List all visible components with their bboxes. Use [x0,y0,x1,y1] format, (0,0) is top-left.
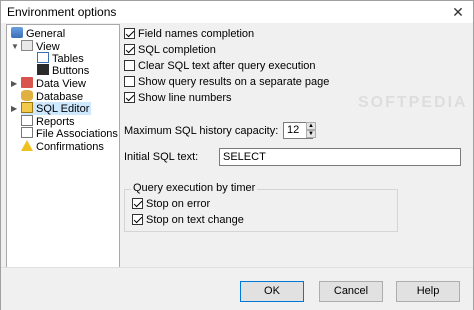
title-bar: Environment options ✕ [1,1,473,23]
initial-sql-input[interactable]: SELECT [219,148,461,166]
stop-on-text-change-option[interactable]: Stop on text change [132,213,244,228]
ok-button[interactable]: OK [240,281,304,302]
field-names-completion-option[interactable]: Field names completion [124,27,254,42]
database-icon [21,90,33,101]
separate-page-checkbox[interactable] [124,76,135,87]
window-title: Environment options [7,5,117,19]
tree-item-data-view[interactable]: ▶ Data View [11,77,86,90]
sql-completion-option[interactable]: SQL completion [124,43,216,58]
button-bar: OK Cancel Help [1,267,473,310]
chevron-right-icon[interactable]: ▶ [11,77,17,90]
help-button[interactable]: Help [396,281,460,302]
spin-down-icon[interactable]: ▼ [306,130,316,138]
data-view-icon [21,77,33,88]
line-numbers-checkbox[interactable] [124,92,135,103]
chevron-down-icon[interactable]: ▼ [11,40,19,53]
environment-options-window: Environment options ✕ General ▼ View Tab… [0,0,474,310]
timer-group: Query execution by timer Stop on error S… [124,182,398,232]
timer-group-title: Query execution by timer [131,182,258,194]
tree-item-file-associations[interactable]: File Associations [21,127,118,140]
tree-item-general[interactable]: General [11,27,65,40]
tables-icon [37,52,49,63]
tree-item-buttons[interactable]: Buttons [37,64,89,77]
clear-sql-checkbox[interactable] [124,60,135,71]
clear-sql-option[interactable]: Clear SQL text after query execution [124,59,316,74]
separate-page-option[interactable]: Show query results on a separate page [124,75,329,90]
general-icon [11,27,23,38]
history-capacity-stepper[interactable]: ▲ ▼ [306,122,316,139]
close-icon[interactable]: ✕ [443,1,473,23]
sql-completion-checkbox[interactable] [124,44,135,55]
stop-on-text-change-checkbox[interactable] [132,214,143,225]
reports-icon [21,115,33,126]
buttons-icon [37,64,49,75]
tree-item-sql-editor[interactable]: ▶ SQL Editor [11,102,92,115]
initial-sql-label: Initial SQL text: [124,151,199,163]
chevron-right-icon[interactable]: ▶ [11,102,17,115]
field-names-completion-checkbox[interactable] [124,28,135,39]
options-tree[interactable]: General ▼ View Tables Buttons ▶ Data Vie… [6,24,120,269]
warning-icon [21,140,33,151]
tree-item-confirmations[interactable]: Confirmations [21,140,104,153]
stop-on-error-option[interactable]: Stop on error [132,197,210,212]
spin-up-icon[interactable]: ▲ [306,122,316,130]
view-icon [21,40,33,51]
stop-on-error-checkbox[interactable] [132,198,143,209]
file-associations-icon [21,127,33,138]
history-capacity-label: Maximum SQL history capacity: [124,125,279,137]
line-numbers-option[interactable]: Show line numbers [124,91,232,106]
sql-editor-panel: SOFTPEDIA Field names completion SQL com… [120,24,469,267]
watermark: SOFTPEDIA [358,94,468,111]
cancel-button[interactable]: Cancel [319,281,383,302]
sql-editor-icon [21,102,33,113]
